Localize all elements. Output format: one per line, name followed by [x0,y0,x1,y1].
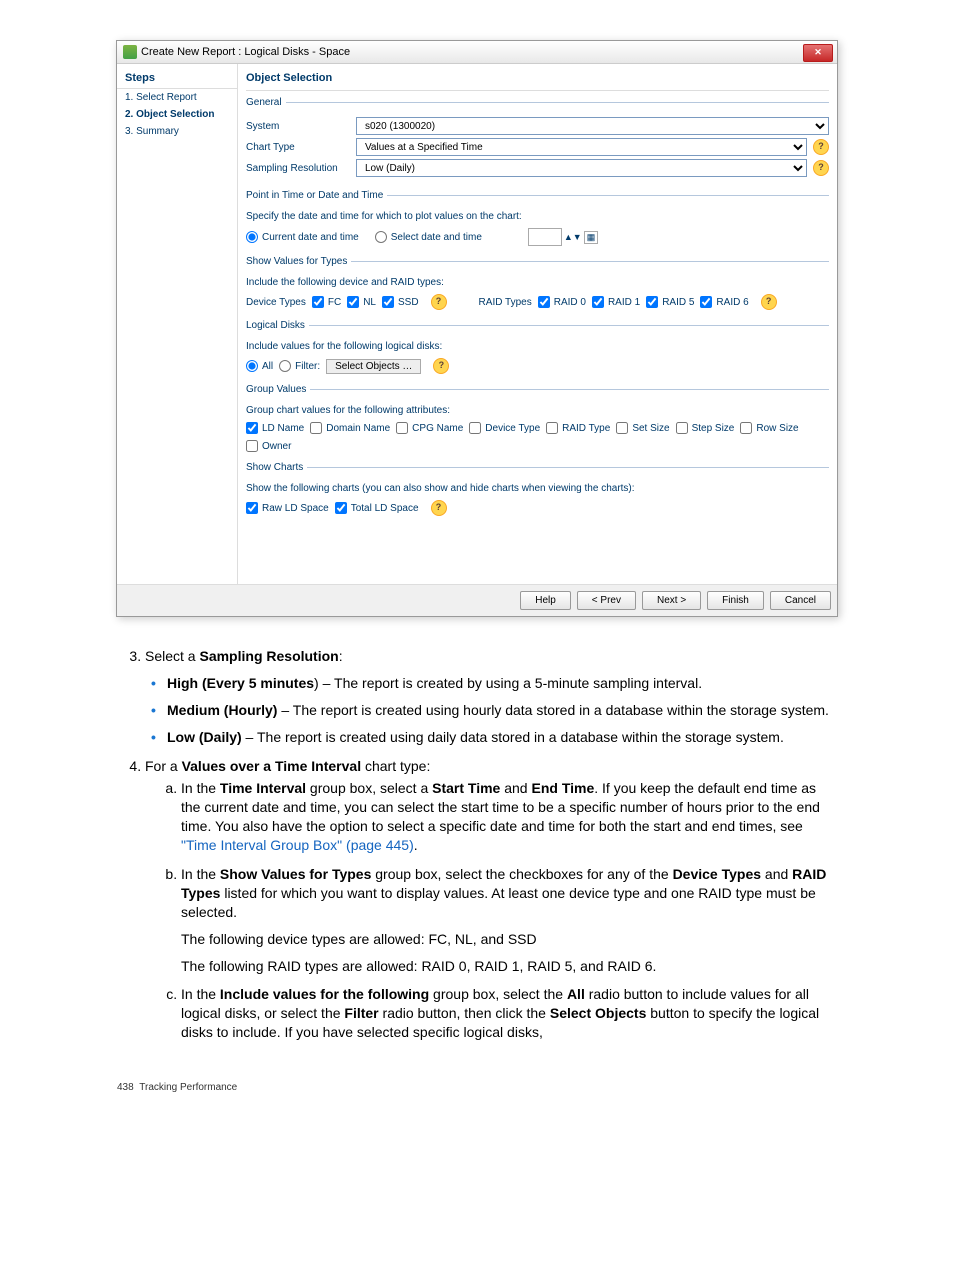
prev-button[interactable]: < Prev [577,591,636,610]
legend-types: Show Values for Types [246,256,351,267]
dialog-footer: Help < Prev Next > Finish Cancel [117,584,837,616]
bullet-medium: Medium (Hourly) – The report is created … [167,701,837,720]
chk-rowsize[interactable]: Row Size [740,422,798,434]
group-general: General System s020 (1300020) Chart Type… [246,97,829,180]
chk-total[interactable]: Total LD Space [335,502,419,514]
help-icon[interactable]: ? [431,294,447,310]
legend-pit: Point in Time or Date and Time [246,190,387,201]
chk-raidtype[interactable]: RAID Type [546,422,610,434]
pit-desc: Specify the date and time for which to p… [246,211,829,222]
instructions: Select a Sampling Resolution: High (Ever… [117,647,837,1042]
wizard-dialog: Create New Report : Logical Disks - Spac… [116,40,838,617]
charts-row: Raw LD Space Total LD Space ? [246,500,829,516]
chk-raid0[interactable]: RAID 0 [538,296,586,308]
dialog-body: Steps 1. Select Report 2. Object Selecti… [117,64,837,584]
label-chart-type: Chart Type [246,142,356,153]
chk-raid1[interactable]: RAID 1 [592,296,640,308]
page-number: 438 [117,1082,134,1093]
group-values: Group Values Group chart values for the … [246,384,829,452]
close-icon[interactable]: ✕ [803,44,833,62]
group-attrs: LD Name Domain Name CPG Name Device Type… [246,422,829,452]
step-4c: In the Include values for the following … [181,985,837,1042]
types-row: Device Types FC NL SSD ? RAID Types RAID… [246,294,829,310]
charts-desc: Show the following charts (you can also … [246,483,829,494]
steps-panel: Steps 1. Select Report 2. Object Selecti… [117,64,238,584]
date-spinner[interactable]: ▲▼ ▦ [528,228,598,246]
bullet-low: Low (Daily) – The report is created usin… [167,728,837,747]
chk-raid6[interactable]: RAID 6 [700,296,748,308]
ld-desc: Include values for the following logical… [246,341,829,352]
select-objects-button[interactable]: Select Objects … [326,359,421,374]
chk-cpg[interactable]: CPG Name [396,422,463,434]
group-types: Show Values for Types Include the follow… [246,256,829,310]
group-show-charts: Show Charts Show the following charts (y… [246,462,829,516]
help-button[interactable]: Help [520,591,571,610]
radio-filter[interactable]: Filter: [279,360,320,372]
chk-owner[interactable]: Owner [246,440,291,452]
legend-ld: Logical Disks [246,320,309,331]
chk-setsize[interactable]: Set Size [616,422,669,434]
chk-nl[interactable]: NL [347,296,376,308]
radio-select-date[interactable]: Select date and time [375,231,482,243]
bullet-high: High (Every 5 minutes) – The report is c… [167,674,837,693]
titlebar: Create New Report : Logical Disks - Spac… [117,41,837,64]
help-icon[interactable]: ? [813,160,829,176]
help-icon[interactable]: ? [433,358,449,374]
legend-group: Group Values [246,384,310,395]
chk-raw[interactable]: Raw LD Space [246,502,329,514]
step-4a: In the Time Interval group box, select a… [181,779,837,855]
help-icon[interactable]: ? [761,294,777,310]
content-header: Object Selection [246,68,829,91]
content-panel: Object Selection General System s020 (13… [238,64,837,584]
chk-devtype[interactable]: Device Type [469,422,540,434]
label-system: System [246,121,356,132]
device-types-label: Device Types [246,297,306,308]
steps-header: Steps [117,68,237,89]
chk-raid5[interactable]: RAID 5 [646,296,694,308]
chk-ldname[interactable]: LD Name [246,422,304,434]
sampling-combo[interactable]: Low (Daily) [356,159,807,177]
types-desc: Include the following device and RAID ty… [246,277,829,288]
system-combo[interactable]: s020 (1300020) [356,117,829,135]
chart-type-combo[interactable]: Values at a Specified Time [356,138,807,156]
pit-options: Current date and time Select date and ti… [246,228,829,246]
chk-stepsize[interactable]: Step Size [676,422,735,434]
cancel-button[interactable]: Cancel [770,591,831,610]
link-time-interval[interactable]: "Time Interval Group Box" (page 445) [181,837,414,853]
app-icon [123,45,137,59]
legend-charts: Show Charts [246,462,307,473]
help-icon[interactable]: ? [431,500,447,516]
step-1[interactable]: 1. Select Report [117,89,237,106]
title-text: Create New Report : Logical Disks - Spac… [141,46,350,58]
step-3[interactable]: 3. Summary [117,123,237,140]
step-2[interactable]: 2. Object Selection [117,106,237,123]
help-icon[interactable]: ? [813,139,829,155]
page-section: Tracking Performance [139,1082,237,1093]
group-point-in-time: Point in Time or Date and Time Specify t… [246,190,829,246]
step-4b-line3: The following RAID types are allowed: RA… [181,957,837,976]
group-logical-disks: Logical Disks Include values for the fol… [246,320,829,374]
chk-ssd[interactable]: SSD [382,296,419,308]
page-footer: 438 Tracking Performance [117,1082,837,1093]
group-desc: Group chart values for the following att… [246,405,829,416]
step-4b-line2: The following device types are allowed: … [181,930,837,949]
chk-domain[interactable]: Domain Name [310,422,390,434]
raid-types-label: RAID Types [479,297,532,308]
step-3: Select a Sampling Resolution: High (Ever… [145,647,837,747]
step-4b: In the Show Values for Types group box, … [181,865,837,975]
next-button[interactable]: Next > [642,591,701,610]
radio-current[interactable]: Current date and time [246,231,359,243]
chk-fc[interactable]: FC [312,296,341,308]
legend-general: General [246,97,286,108]
radio-all[interactable]: All [246,360,273,372]
step-4: For a Values over a Time Interval chart … [145,757,837,1043]
ld-row: All Filter: Select Objects … ? [246,358,829,374]
label-sampling: Sampling Resolution [246,163,356,174]
finish-button[interactable]: Finish [707,591,764,610]
